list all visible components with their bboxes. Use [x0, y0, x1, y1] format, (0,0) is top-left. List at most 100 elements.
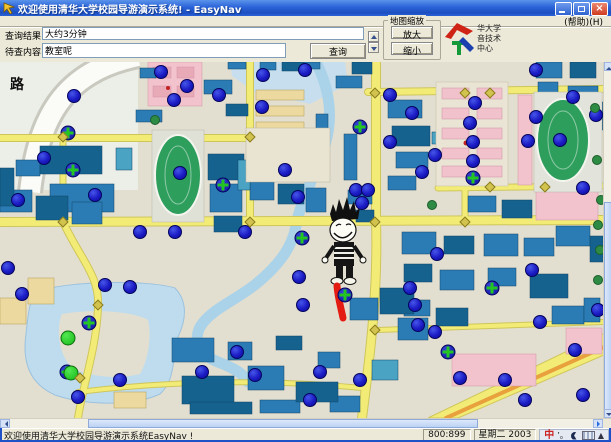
toolbar: (帮助)(H) 查询结果: 待查内容: 查询 地图缩放 放大 缩小 华大学 音技…: [0, 16, 611, 62]
map-node[interactable]: [256, 68, 270, 82]
ime-punctuation-icon[interactable]: ’。: [557, 430, 568, 441]
map-node-crosshair[interactable]: [82, 316, 97, 331]
map-node[interactable]: [15, 287, 29, 301]
map-node-crosshair[interactable]: [466, 171, 481, 186]
map-node[interactable]: [303, 393, 317, 407]
horizontal-scrollbar[interactable]: [0, 418, 611, 428]
map-node[interactable]: [355, 196, 369, 210]
map-node[interactable]: [67, 89, 81, 103]
map-node[interactable]: [576, 181, 590, 195]
zoom-in-button[interactable]: 放大: [391, 26, 433, 39]
road-junction-marker: [369, 324, 380, 335]
map-node[interactable]: [405, 106, 419, 120]
ime-keyboard-icon[interactable]: [582, 431, 595, 440]
map-node[interactable]: [37, 151, 51, 165]
map-node[interactable]: [430, 247, 444, 261]
map-node[interactable]: [168, 225, 182, 239]
spin-up-icon[interactable]: [368, 31, 379, 42]
title-bar[interactable]: 欢迎使用清华大学校园导游演示系统! - EasyNav: [0, 0, 611, 16]
road-junction-marker: [369, 216, 380, 227]
ime-chinese-indicator[interactable]: 中: [544, 431, 554, 441]
map-node[interactable]: [296, 298, 310, 312]
scrollbar-corner: [603, 419, 611, 428]
map-viewport[interactable]: 路: [0, 62, 611, 418]
map-node[interactable]: [292, 270, 306, 284]
map-node[interactable]: [167, 93, 181, 107]
ime-tray-toggle-icon[interactable]: ▲: [598, 432, 604, 440]
result-field[interactable]: [42, 27, 364, 40]
spin-down-icon[interactable]: [368, 42, 379, 53]
map-node[interactable]: [518, 393, 532, 407]
close-button[interactable]: [591, 2, 608, 16]
map-node[interactable]: [133, 225, 147, 239]
map-node[interactable]: [383, 88, 397, 102]
map-node[interactable]: [408, 298, 422, 312]
map-node[interactable]: [529, 63, 543, 77]
map-node[interactable]: [453, 371, 467, 385]
map-node[interactable]: [529, 110, 543, 124]
map-node[interactable]: [463, 116, 477, 130]
map-node-crosshair[interactable]: [441, 345, 456, 360]
map-node[interactable]: [113, 373, 127, 387]
map-node[interactable]: [1, 261, 15, 275]
map-node[interactable]: [468, 96, 482, 110]
minimize-button[interactable]: [555, 2, 572, 16]
map-node[interactable]: [466, 135, 480, 149]
map-node[interactable]: [255, 100, 269, 114]
restore-button[interactable]: [573, 2, 590, 16]
map-node-crosshair[interactable]: [216, 178, 231, 193]
map-node[interactable]: [88, 188, 102, 202]
map-node-crosshair[interactable]: [338, 288, 353, 303]
map-node[interactable]: [291, 190, 305, 204]
map-node[interactable]: [313, 365, 327, 379]
map-node[interactable]: [298, 63, 312, 77]
horizontal-scroll-thumb[interactable]: [88, 419, 478, 428]
search-button[interactable]: 查询: [310, 43, 366, 59]
map-node-crosshair[interactable]: [485, 281, 500, 296]
map-node[interactable]: [521, 134, 535, 148]
map-node[interactable]: [498, 373, 512, 387]
map-node[interactable]: [383, 135, 397, 149]
map-node-highlight[interactable]: [61, 331, 76, 346]
scroll-down-icon[interactable]: [604, 409, 611, 418]
map-node[interactable]: [361, 183, 375, 197]
map-node[interactable]: [248, 368, 262, 382]
map-node[interactable]: [525, 263, 539, 277]
map-node-crosshair[interactable]: [66, 163, 81, 178]
map-node[interactable]: [553, 133, 567, 147]
scroll-left-icon[interactable]: [0, 419, 10, 428]
map-node[interactable]: [533, 315, 547, 329]
ime-moon-icon[interactable]: [571, 432, 579, 440]
map-node[interactable]: [415, 165, 429, 179]
map-node[interactable]: [566, 90, 580, 104]
map-node[interactable]: [212, 88, 226, 102]
map-node[interactable]: [278, 163, 292, 177]
map-node[interactable]: [428, 325, 442, 339]
map-node[interactable]: [98, 278, 112, 292]
map-node-crosshair[interactable]: [353, 120, 368, 135]
scroll-up-icon[interactable]: [604, 62, 611, 71]
map-node-crosshair[interactable]: [295, 231, 310, 246]
map-node[interactable]: [428, 148, 442, 162]
ime-language-bar[interactable]: 中 ’。 ▲: [539, 429, 609, 442]
map-node[interactable]: [195, 365, 209, 379]
map-node[interactable]: [466, 154, 480, 168]
query-input[interactable]: [42, 43, 286, 58]
vertical-scrollbar[interactable]: [603, 62, 611, 418]
map-node[interactable]: [411, 318, 425, 332]
scroll-right-icon[interactable]: [593, 419, 603, 428]
map-node[interactable]: [180, 79, 194, 93]
map-node[interactable]: [123, 280, 137, 294]
map-node[interactable]: [568, 343, 582, 357]
map-node[interactable]: [71, 390, 85, 404]
vertical-scroll-thumb[interactable]: [604, 202, 611, 418]
map-node[interactable]: [576, 388, 590, 402]
map-node[interactable]: [154, 65, 168, 79]
status-date: 星期二 2003: [474, 429, 537, 442]
map-node[interactable]: [403, 281, 417, 295]
zoom-out-button[interactable]: 缩小: [391, 42, 433, 55]
map-node[interactable]: [173, 166, 187, 180]
map-node[interactable]: [11, 193, 25, 207]
map-node[interactable]: [353, 373, 367, 387]
map-node[interactable]: [230, 345, 244, 359]
